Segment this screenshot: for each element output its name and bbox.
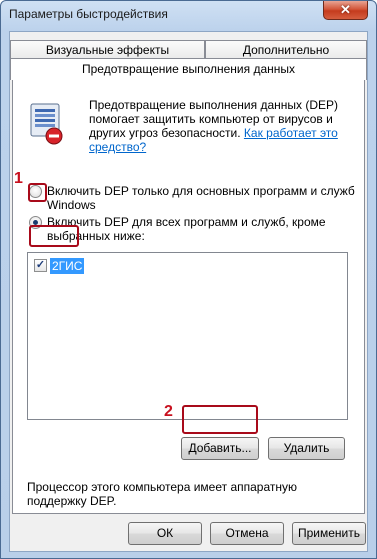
dep-description: Предотвращение выполнения данных (DEP) п… (89, 98, 357, 154)
exceptions-listbox[interactable]: ✓ 2ГИС (27, 252, 348, 420)
dialog-client-area: Визуальные эффекты Дополнительно Предотв… (9, 31, 368, 552)
close-icon: ✕ (340, 2, 351, 17)
annotation-box-add-button (182, 405, 258, 434)
ok-button[interactable]: ОК (128, 522, 202, 545)
remove-button[interactable]: Удалить (268, 437, 345, 460)
annotation-box-list-item (29, 225, 79, 247)
radio-essential-only-label: Включить DEP только для основных програм… (47, 184, 355, 212)
performance-options-window: Параметры быстродействия ✕ Визуальные эф… (0, 0, 377, 559)
item-checkbox[interactable]: ✓ (34, 259, 47, 272)
annotation-step-2: 2 (164, 403, 173, 420)
tab-advanced[interactable]: Дополнительно (205, 40, 367, 60)
apply-button[interactable]: Применить (292, 522, 366, 545)
annotation-step-1: 1 (14, 170, 23, 187)
hardware-support-note: Процессор этого компьютера имеет аппарат… (27, 480, 298, 508)
list-item-label: 2ГИС (50, 258, 85, 274)
cancel-button[interactable]: Отмена (210, 522, 284, 545)
close-button[interactable]: ✕ (323, 1, 368, 20)
title-bar[interactable]: Параметры быстродействия ✕ (1, 1, 376, 29)
dep-shield-icon (30, 103, 63, 145)
option-essential-only[interactable]: Включить DEP только для основных програм… (29, 184, 359, 214)
dep-tab-panel: Предотвращение выполнения данных (DEP) п… (12, 79, 365, 514)
window-title: Параметры быстродействия (9, 7, 168, 21)
tab-dep[interactable]: Предотвращение выполнения данных (10, 58, 367, 80)
annotation-box-radio (28, 183, 47, 202)
add-button[interactable]: Добавить... (181, 437, 259, 460)
tab-visual-effects[interactable]: Визуальные эффекты (10, 40, 205, 60)
radio-all-except-label: Включить DEP для всех программ и служб, … (47, 215, 326, 243)
